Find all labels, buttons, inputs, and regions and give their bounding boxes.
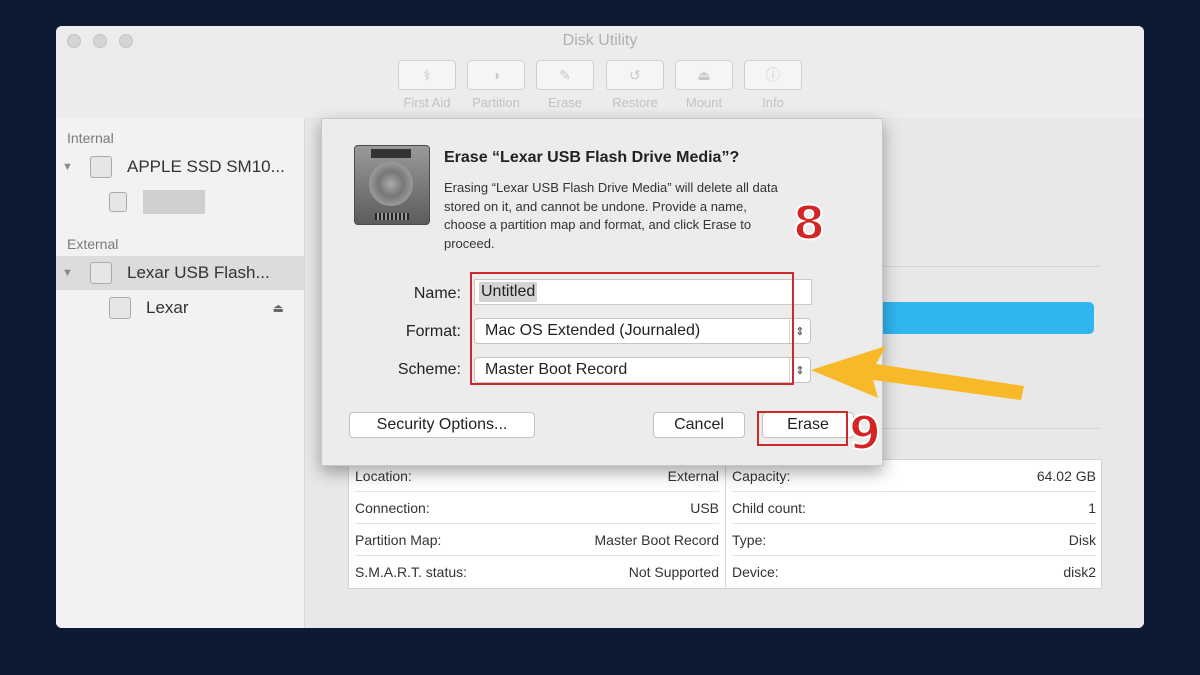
external-volume-label: Lexar [146, 298, 189, 317]
info-row: Child count: 1 [732, 492, 1096, 524]
erase-dialog: Erase “Lexar USB Flash Drive Media”? Era… [321, 118, 883, 466]
name-value: Untitled [479, 282, 538, 302]
info-value: 64.02 GB [1036, 467, 1096, 484]
mount-icon: ⏏ [697, 66, 711, 83]
info-value: Disk [1068, 531, 1096, 548]
sidebar-item-apple-ssd[interactable]: ▼ APPLE SSD SM10... [56, 150, 304, 184]
disk-usage-bar [856, 302, 1094, 334]
scheme-value: Master Boot Record [485, 361, 628, 378]
disclosure-triangle-icon[interactable]: ▼ [62, 267, 73, 279]
external-disk-icon [90, 262, 112, 284]
description-line: Erasing “Lexar USB Flash Drive Media” wi… [444, 180, 778, 195]
scheme-label: Scheme: [397, 361, 461, 378]
erase-label: Erase [548, 95, 582, 110]
sidebar-item-lexar-usb[interactable]: ▼ Lexar USB Flash... [56, 256, 304, 290]
titlebar: Disk Utility ⚕ First Aid ◑ Partition ✎ E… [56, 26, 1144, 119]
info-label: Capacity: [732, 467, 791, 484]
internal-disk-icon [90, 156, 112, 178]
info-value: Not Supported [628, 563, 719, 580]
erase-button[interactable]: Erase [762, 412, 854, 438]
stethoscope-icon: ⚕ [423, 66, 431, 83]
dialog-title: Erase “Lexar USB Flash Drive Media”? [444, 149, 740, 166]
stepper-arrows-icon: ⇕ [789, 319, 810, 343]
erase-disk-icon: ✎ [559, 66, 571, 83]
sidebar-item-internal-volume[interactable] [56, 185, 304, 219]
external-header: External [67, 236, 119, 252]
info-value: External [667, 467, 719, 484]
info-value: 1 [1088, 499, 1096, 516]
restore-label: Restore [612, 95, 658, 110]
info-label: Partition Map: [355, 531, 442, 548]
info-value: disk2 [1063, 563, 1096, 580]
info-label: S.M.A.R.T. status: [355, 563, 468, 580]
mount-button[interactable]: ⏏ Mount [675, 60, 733, 110]
name-field[interactable]: Untitled [474, 279, 812, 305]
info-value: Master Boot Record [594, 531, 720, 548]
info-label: Device: [732, 563, 779, 580]
first-aid-label: First Aid [403, 95, 451, 110]
sidebar-item-lexar-volume[interactable]: Lexar ⏏ [56, 291, 304, 325]
format-label: Format: [405, 323, 461, 340]
partition-pie-icon: ◑ [491, 67, 501, 83]
info-label: Type: [732, 531, 767, 548]
internal-disk-label: APPLE SSD SM10... [127, 157, 285, 176]
erase-button-toolbar[interactable]: ✎ Erase [536, 60, 594, 110]
info-row: Type: Disk [732, 524, 1096, 556]
redacted-volume-name [143, 190, 205, 214]
pointer-arrow-icon [811, 346, 1024, 400]
internal-header: Internal [67, 130, 114, 146]
cancel-button[interactable]: Cancel [653, 412, 745, 438]
step-8-label: 8 [792, 196, 826, 250]
stepper-arrows-icon: ⇕ [789, 358, 810, 382]
info-row: Partition Map: Master Boot Record [355, 524, 719, 556]
info-right-column: Capacity: 64.02 GB Child count: 1 Type: … [726, 460, 1102, 588]
disclosure-triangle-icon[interactable]: ▼ [62, 161, 73, 173]
info-button[interactable]: ⓘ Info [744, 60, 802, 110]
first-aid-button[interactable]: ⚕ First Aid [398, 60, 456, 110]
format-select[interactable]: Mac OS Extended (Journaled) ⇕ [474, 318, 811, 344]
info-label: Info [762, 95, 784, 110]
mount-label: Mount [685, 95, 723, 110]
sidebar: Internal ▼ APPLE SSD SM10... External ▼ … [56, 118, 305, 628]
info-left-column: Location: External Connection: USB Parti… [349, 460, 725, 588]
divider [875, 428, 1100, 429]
restore-arrow-icon: ↺ [629, 66, 641, 83]
volume-icon [109, 192, 127, 212]
info-icon: ⓘ [766, 67, 780, 83]
name-label: Name: [413, 285, 461, 302]
info-row: Connection: USB [355, 492, 719, 524]
info-label: Location: [355, 467, 412, 484]
partition-label: Partition [472, 95, 520, 110]
security-options-button[interactable]: Security Options... [349, 412, 535, 438]
external-disk-label: Lexar USB Flash... [127, 263, 270, 282]
scheme-select[interactable]: Master Boot Record ⇕ [474, 357, 811, 383]
external-volume-icon [109, 297, 131, 319]
divider [875, 266, 1100, 267]
partition-button[interactable]: ◑ Partition [467, 60, 525, 110]
info-label: Connection: [355, 499, 430, 516]
window-title: Disk Utility [562, 32, 638, 49]
restore-button[interactable]: ↺ Restore [606, 60, 664, 110]
eject-icon[interactable]: ⏏ [273, 301, 284, 315]
format-value: Mac OS Extended (Journaled) [485, 322, 701, 339]
info-row: Device: disk2 [732, 556, 1096, 587]
disk-info-table: Location: External Connection: USB Parti… [348, 459, 1102, 589]
info-row: S.M.A.R.T. status: Not Supported [355, 556, 719, 587]
step-9-label: 9 [848, 406, 882, 460]
info-value: USB [690, 499, 719, 516]
info-label: Child count: [732, 499, 806, 516]
hard-drive-icon [354, 145, 430, 225]
